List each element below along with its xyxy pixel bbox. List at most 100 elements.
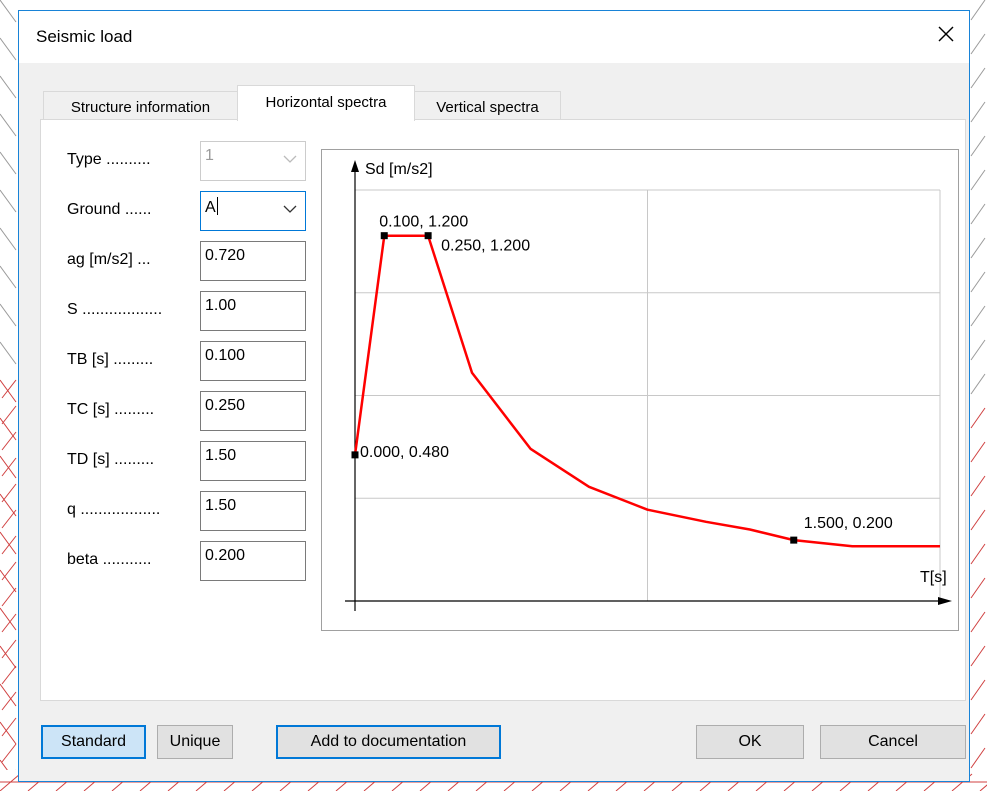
- y-axis-label: Sd [m/s2]: [365, 161, 433, 178]
- drawing-line: [1, 665, 17, 685]
- close-icon: [938, 26, 954, 42]
- drawing-line: [970, 339, 986, 361]
- unique-button[interactable]: Unique: [157, 725, 233, 759]
- tc-input[interactable]: 0.250: [200, 391, 306, 431]
- drawing-line: [1, 587, 17, 607]
- beta-label: beta ...........: [67, 551, 152, 568]
- drawing-line: [970, 169, 986, 191]
- drawing-line: [0, 569, 17, 593]
- data-point-label: 0.250, 1.200: [441, 238, 530, 255]
- drawing-line: [0, 37, 17, 61]
- drawing-line: [1, 431, 17, 451]
- drawing-line: [0, 113, 17, 137]
- drawing-line: [0, 265, 17, 289]
- drawing-line: [970, 611, 986, 633]
- response-spectrum-chart: Sd [m/s2] T[s] 0.000, 0.480 0.100, 1.200 0.2…: [321, 149, 959, 631]
- background-drawing-right: [970, 0, 987, 791]
- y-axis-arrow: [351, 160, 359, 172]
- tc-label: TC [s] .........: [67, 401, 155, 418]
- drawing-line: [0, 75, 17, 99]
- tab-horizontal-spectra[interactable]: Horizontal spectra: [237, 85, 415, 121]
- ground-select[interactable]: A: [200, 191, 306, 231]
- drawing-line: [1, 691, 17, 711]
- drawing-line: [0, 227, 17, 251]
- drawing-line: [970, 305, 986, 327]
- td-input[interactable]: 1.50: [200, 441, 306, 481]
- data-point-marker: [351, 451, 359, 459]
- tb-input[interactable]: 0.100: [200, 341, 306, 381]
- beta-input[interactable]: 0.200: [200, 541, 306, 581]
- drawing-line: [970, 645, 986, 667]
- tab-structure-information[interactable]: Structure information: [43, 91, 238, 121]
- close-button[interactable]: [923, 11, 969, 57]
- ground-value: A: [205, 199, 216, 216]
- horizontal-spectra-panel: Type .......... 1 Ground ...... A ag [m/…: [40, 119, 966, 701]
- ground-label: Ground ......: [67, 201, 152, 218]
- q-input[interactable]: 1.50: [200, 491, 306, 531]
- standard-button[interactable]: Standard: [41, 725, 146, 759]
- data-point-marker: [424, 232, 432, 240]
- drawing-line: [970, 33, 986, 55]
- chevron-down-icon: [283, 155, 297, 163]
- drawing-line: [0, 417, 17, 441]
- ag-label: ag [m/s2] ...: [67, 251, 151, 268]
- drawing-line: [970, 577, 986, 599]
- drawing-line: [0, 151, 17, 175]
- drawing-line: [970, 203, 986, 225]
- type-value: 1: [205, 147, 214, 164]
- drawing-line: [0, 341, 17, 365]
- s-input[interactable]: 1.00: [200, 291, 306, 331]
- data-point-label: 0.000, 0.480: [360, 444, 449, 461]
- drawing-line: [970, 713, 986, 735]
- drawing-line: [970, 271, 986, 293]
- td-label: TD [s] .........: [67, 451, 155, 468]
- drawing-line: [970, 0, 986, 21]
- title-bar: Seismic load: [19, 11, 969, 63]
- drawing-line: [1, 405, 17, 425]
- drawing-line: [970, 441, 986, 463]
- drawing-line: [970, 543, 986, 565]
- data-point-marker: [790, 536, 798, 544]
- chart-canvas: Sd [m/s2] T[s] 0.000, 0.480 0.100, 1.200 0.2…: [345, 160, 952, 611]
- x-axis-arrow: [938, 597, 952, 605]
- drawing-line: [0, 607, 17, 631]
- drawing-line: [1, 743, 17, 763]
- background-drawing-left: [0, 0, 18, 791]
- drawing-line: [0, 303, 17, 327]
- drawing-line: [970, 747, 986, 769]
- drawing-line: [0, 721, 17, 745]
- drawing-line: [970, 509, 986, 531]
- s-label: S ..................: [67, 301, 163, 318]
- drawing-line: [970, 373, 986, 395]
- data-point-label: 1.500, 0.200: [804, 515, 893, 532]
- tb-label: TB [s] .........: [67, 351, 154, 368]
- drawing-line: [970, 67, 986, 89]
- cancel-button[interactable]: Cancel: [820, 725, 966, 759]
- x-axis-label: T[s]: [920, 569, 947, 586]
- drawing-line: [1, 639, 17, 659]
- tab-vertical-spectra[interactable]: Vertical spectra: [414, 91, 561, 121]
- drawing-line: [0, 189, 17, 213]
- drawing-line: [1, 457, 17, 477]
- drawing-line: [0, 0, 17, 23]
- drawing-line: [970, 679, 986, 701]
- drawing-line: [1, 613, 17, 633]
- drawing-line: [1, 509, 17, 529]
- seismic-load-dialog: Seismic load Structure information Horiz…: [18, 10, 970, 782]
- drawing-line: [1, 379, 17, 399]
- drawing-line: [970, 475, 986, 497]
- type-label: Type ..........: [67, 151, 151, 168]
- drawing-line: [970, 101, 986, 123]
- drawing-line: [970, 407, 986, 429]
- drawing-line: [1, 561, 17, 581]
- ag-input[interactable]: 0.720: [200, 241, 306, 281]
- drawing-line: [970, 135, 986, 157]
- data-point-label: 0.100, 1.200: [379, 214, 468, 231]
- type-select[interactable]: 1: [200, 141, 306, 181]
- q-label: q ..................: [67, 501, 161, 518]
- add-to-documentation-button[interactable]: Add to documentation: [276, 725, 501, 759]
- ok-button[interactable]: OK: [696, 725, 804, 759]
- text-caret: [216, 197, 218, 215]
- drawing-line: [0, 531, 17, 555]
- drawing-line: [970, 237, 986, 259]
